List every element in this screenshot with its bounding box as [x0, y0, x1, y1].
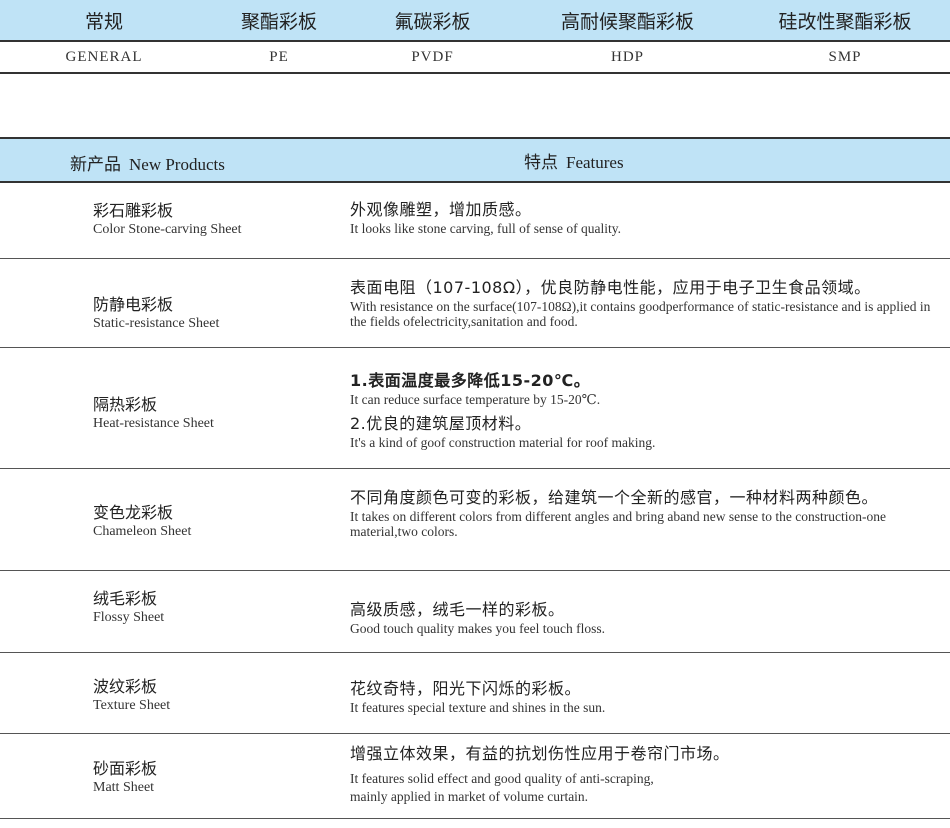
products-header-right-en: Features — [566, 153, 624, 172]
coating-code-row: GENERAL PE PVDF HDP SMP — [0, 42, 950, 74]
product-name: 波纹彩板 Texture Sheet — [93, 677, 170, 715]
product-name: 绒毛彩板 Flossy Sheet — [93, 589, 164, 627]
product-name-en: Color Stone-carving Sheet — [93, 222, 242, 237]
products-header-right-cn: 特点 — [524, 153, 558, 173]
feature-en: It features solid effect and good qualit… — [350, 771, 654, 786]
product-name-cn: 波纹彩板 — [93, 677, 158, 696]
product-name-en: Heat-resistance Sheet — [93, 416, 214, 431]
product-name-cn: 砂面彩板 — [93, 759, 158, 778]
product-name-cn: 变色龙彩板 — [93, 503, 174, 522]
coating-header-general: 常规 — [84, 10, 123, 33]
products-header-row: 新产品 New Products 特点 Features — [0, 137, 950, 183]
coating-header-hdp: 高耐候聚酯彩板 — [560, 10, 694, 33]
product-features: 外观像雕塑，增加质感。 It looks like stone carving,… — [350, 199, 940, 236]
products-header-left-en: New Products — [129, 155, 225, 174]
coating-header-pe: 聚酯彩板 — [240, 10, 317, 33]
coating-header-pvdf: 氟碳彩板 — [394, 10, 471, 33]
product-features: 1.表面温度最多降低15-20℃。 It can reduce surface … — [350, 370, 940, 450]
product-features: 增强立体效果，有益的抗划伤性应用于卷帘门市场。 It features soli… — [350, 743, 940, 804]
feature-cn: 不同角度颜色可变的彩板，给建筑一个全新的感官，一种材料两种颜色。 — [350, 488, 879, 507]
coating-code-hdp: HDP — [610, 48, 644, 65]
feature-cn: 增强立体效果，有益的抗划伤性应用于卷帘门市场。 — [350, 744, 730, 763]
product-name: 变色龙彩板 Chameleon Sheet — [93, 503, 191, 541]
product-features: 花纹奇特，阳光下闪烁的彩板。 It features special textu… — [350, 678, 940, 715]
feature-en: It features special texture and shines i… — [350, 700, 606, 715]
feature-cn: 1.表面温度最多降低15-20℃。 — [350, 371, 591, 390]
feature-en: mainly applied in market of volume curta… — [350, 789, 589, 804]
coating-code-general: GENERAL — [65, 48, 143, 65]
product-name-en: Matt Sheet — [93, 780, 155, 795]
coating-code-pvdf: PVDF — [411, 48, 454, 65]
coating-code-smp: SMP — [828, 48, 862, 65]
feature-cn: 花纹奇特，阳光下闪烁的彩板。 — [350, 679, 582, 698]
coating-header-row: 常规 聚酯彩板 氟碳彩板 高耐候聚酯彩板 硅改性聚酯彩板 — [0, 0, 950, 42]
feature-en: It's a kind of goof construction materia… — [350, 435, 656, 450]
products-header-left-cn: 新产品 — [70, 155, 121, 175]
product-features: 表面电阻（107-108Ω），优良防静电性能，应用于电子卫生食品领域。 With… — [350, 277, 940, 329]
product-name-cn: 绒毛彩板 — [93, 589, 158, 608]
product-name: 防静电彩板 Static-resistance Sheet — [93, 295, 219, 333]
feature-cn: 表面电阻（107-108Ω），优良防静电性能，应用于电子卫生食品领域。 — [350, 278, 871, 297]
feature-cn: 高级质感，绒毛一样的彩板。 — [350, 600, 565, 619]
feature-en: Good touch quality makes you feel touch … — [350, 621, 605, 636]
feature-en: It takes on different colors from differ… — [350, 509, 886, 539]
products-header-right: 特点 Features — [524, 148, 624, 173]
feature-cn: 2.优良的建筑屋顶材料。 — [350, 414, 532, 433]
product-name-en: Static-resistance Sheet — [93, 316, 220, 331]
product-name-cn: 防静电彩板 — [93, 295, 174, 314]
product-features: 不同角度颜色可变的彩板，给建筑一个全新的感官，一种材料两种颜色。 It take… — [350, 487, 940, 539]
feature-en: It can reduce surface temperature by 15-… — [350, 392, 601, 407]
products-table: 新产品 New Products 特点 Features 彩石雕彩板 Color S… — [0, 137, 950, 819]
product-row: 彩石雕彩板 Color Stone-carving Sheet 外观像雕塑，增加… — [0, 183, 950, 259]
product-name: 砂面彩板 Matt Sheet — [93, 759, 157, 797]
product-name-en: Flossy Sheet — [93, 610, 165, 625]
feature-en: With resistance on the surface(107-108Ω)… — [350, 299, 931, 329]
product-row: 防静电彩板 Static-resistance Sheet 表面电阻（107-1… — [0, 259, 950, 348]
product-name: 隔热彩板 Heat-resistance Sheet — [93, 395, 214, 433]
product-row: 隔热彩板 Heat-resistance Sheet 1.表面温度最多降低15-… — [0, 348, 950, 469]
products-header-left: 新产品 New Products — [70, 150, 225, 175]
product-row: 波纹彩板 Texture Sheet 花纹奇特，阳光下闪烁的彩板。 It fea… — [0, 653, 950, 734]
product-name-cn: 隔热彩板 — [93, 395, 158, 414]
product-name: 彩石雕彩板 Color Stone-carving Sheet — [93, 201, 242, 239]
coating-code-pe: PE — [269, 48, 289, 65]
product-row: 绒毛彩板 Flossy Sheet 高级质感，绒毛一样的彩板。 Good tou… — [0, 571, 950, 653]
product-name-en: Chameleon Sheet — [93, 524, 192, 539]
product-row: 砂面彩板 Matt Sheet 增强立体效果，有益的抗划伤性应用于卷帘门市场。 … — [0, 734, 950, 819]
coating-table: 常规 聚酯彩板 氟碳彩板 高耐候聚酯彩板 硅改性聚酯彩板 GENERAL PE … — [0, 0, 950, 74]
coating-header-smp: 硅改性聚酯彩板 — [778, 10, 912, 33]
product-row: 变色龙彩板 Chameleon Sheet 不同角度颜色可变的彩板，给建筑一个全… — [0, 469, 950, 571]
product-name-cn: 彩石雕彩板 — [93, 201, 174, 220]
feature-cn: 外观像雕塑，增加质感。 — [350, 200, 532, 219]
feature-en: It looks like stone carving, full of sen… — [350, 221, 621, 236]
product-features: 高级质感，绒毛一样的彩板。 Good touch quality makes y… — [350, 599, 940, 636]
product-name-en: Texture Sheet — [93, 698, 171, 713]
